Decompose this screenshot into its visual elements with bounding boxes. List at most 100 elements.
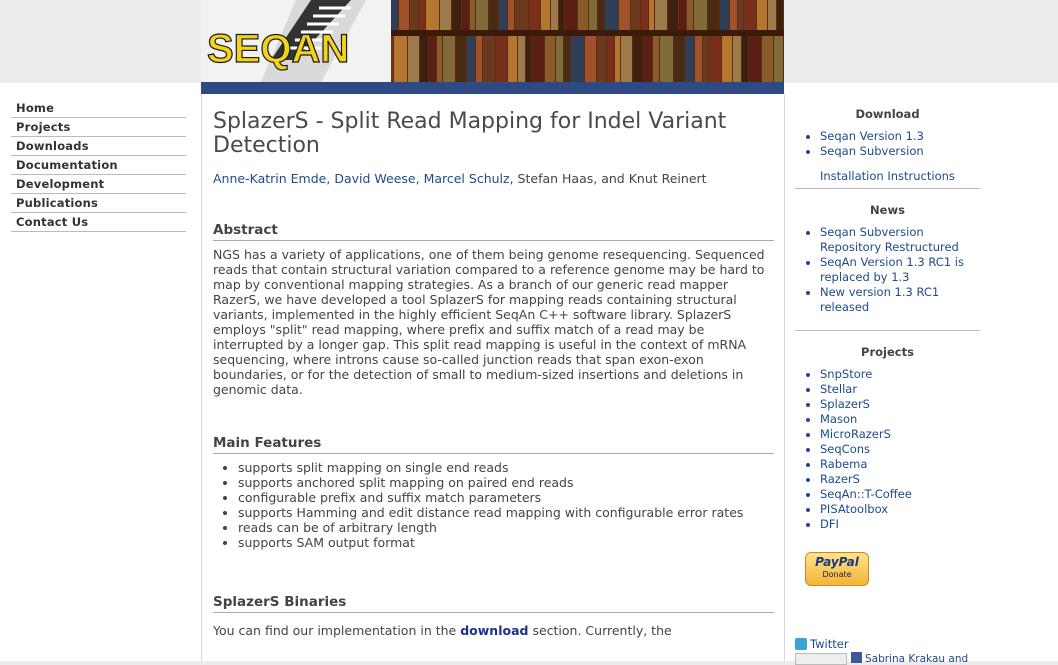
project-link[interactable]: Mason xyxy=(820,412,857,426)
author-link-emde[interactable]: Anne-Katrin Emde xyxy=(213,171,326,186)
news-link[interactable]: Seqan Subversion Repository Restructured xyxy=(820,225,959,254)
like-button[interactable] xyxy=(795,653,847,665)
book-spine xyxy=(614,36,620,82)
book-spine xyxy=(496,36,508,82)
book-spine xyxy=(469,0,475,30)
list-item: MicroRazerS xyxy=(820,427,980,442)
page-title: SplazerS - Split Read Mapping for Indel … xyxy=(213,109,727,158)
paypal-donate-button[interactable]: PayPal Donate xyxy=(805,552,869,586)
project-link[interactable]: DFI xyxy=(820,517,839,531)
binaries-text: You can find our implementation in the d… xyxy=(213,623,774,638)
project-link[interactable]: RazerS xyxy=(820,472,860,486)
authors-rest: Stefan Haas, and Knut Reinert xyxy=(517,171,707,186)
main-navigation: Home Projects Downloads Documentation De… xyxy=(11,99,186,232)
book-spine xyxy=(687,0,694,30)
book-spine xyxy=(475,0,488,30)
book-spine xyxy=(596,36,606,82)
list-item: Seqan Subversion xyxy=(820,144,980,159)
features-list: supports split mapping on single end rea… xyxy=(213,460,774,550)
book-spine xyxy=(652,36,659,82)
book-spine xyxy=(499,0,508,30)
book-spine xyxy=(437,36,443,82)
book-spine xyxy=(597,0,604,30)
news-list: Seqan Subversion Repository Restructured… xyxy=(795,225,980,315)
book-spine xyxy=(407,36,419,82)
book-spine xyxy=(529,0,541,30)
paypal-logo-text: PayPal xyxy=(815,555,859,569)
nav-item-development[interactable]: Development xyxy=(11,175,186,194)
book-spine xyxy=(774,36,783,82)
project-link[interactable]: Rabema xyxy=(820,457,867,471)
book-spine xyxy=(418,0,425,30)
nav-item-home[interactable]: Home xyxy=(11,99,186,118)
nav-item-projects[interactable]: Projects xyxy=(11,118,186,137)
list-item: SeqAn::T-Coffee xyxy=(820,487,980,502)
sidebar-divider xyxy=(795,330,980,331)
book-spine xyxy=(744,0,757,30)
book-spine xyxy=(738,0,744,30)
list-item: New version 1.3 RC1 released xyxy=(820,285,980,315)
nav-item-downloads[interactable]: Downloads xyxy=(11,137,186,156)
list-item: Mason xyxy=(820,412,980,427)
book-spine xyxy=(633,36,644,82)
features-heading: Main Features xyxy=(213,435,774,454)
book-spine xyxy=(571,36,585,82)
book-spine xyxy=(694,0,708,30)
download-link[interactable]: download xyxy=(460,623,528,638)
twitter-link[interactable]: Twitter xyxy=(795,637,849,651)
author-link-schulz[interactable]: Marcel Schulz xyxy=(424,171,510,186)
projects-list: SnpStore Stellar SplazerS Mason MicroRaz… xyxy=(795,367,980,532)
download-heading: Download xyxy=(855,107,920,121)
list-item: supports Hamming and edit distance read … xyxy=(238,505,774,520)
download-list: Seqan Version 1.3 Seqan Subversion xyxy=(795,129,980,159)
book-spine xyxy=(732,36,741,82)
book-spine xyxy=(588,0,597,30)
list-item: Seqan Subversion Repository Restructured xyxy=(820,225,980,255)
book-spine xyxy=(515,0,529,30)
book-spine xyxy=(709,36,721,82)
book-spine xyxy=(654,0,667,30)
list-item: RazerS xyxy=(820,472,980,487)
book-spine xyxy=(475,36,482,82)
project-link[interactable]: SeqAn::T-Coffee xyxy=(820,487,912,501)
nav-item-contact-us[interactable]: Contact Us xyxy=(11,213,186,232)
project-link[interactable]: Stellar xyxy=(820,382,857,396)
book-spine xyxy=(757,0,768,30)
book-spine xyxy=(695,36,703,82)
project-link[interactable]: PISAtoolbox xyxy=(820,502,888,516)
project-link[interactable]: SnpStore xyxy=(820,367,872,381)
project-link[interactable]: SeqCons xyxy=(820,442,870,456)
book-spine xyxy=(443,36,456,82)
list-item: SeqCons xyxy=(820,442,980,457)
book-spine xyxy=(429,36,437,82)
seqan-logo[interactable]: SEQAN xyxy=(201,0,391,82)
book-spine xyxy=(578,0,588,30)
download-link-subversion[interactable]: Seqan Subversion xyxy=(820,144,924,158)
book-spine xyxy=(748,36,762,82)
project-link[interactable]: MicroRazerS xyxy=(820,427,891,441)
list-item: supports anchored split mapping on paire… xyxy=(238,475,774,490)
book-spine xyxy=(518,36,525,82)
right-sidebar: Download Seqan Version 1.3 Seqan Subvers… xyxy=(795,94,980,532)
author-link-weese[interactable]: David Weese xyxy=(334,171,415,186)
download-link-seqan-1-3[interactable]: Seqan Version 1.3 xyxy=(820,129,924,143)
facebook-icon xyxy=(851,652,862,663)
donate-label: Donate xyxy=(822,570,852,579)
book-spine xyxy=(482,36,496,82)
list-item: DFI xyxy=(820,517,980,532)
book-spine xyxy=(409,0,418,30)
nav-item-publications[interactable]: Publications xyxy=(11,194,186,213)
project-link[interactable]: SplazerS xyxy=(820,397,870,411)
news-link[interactable]: SeqAn Version 1.3 RC1 is replaced by 1.3 xyxy=(820,255,964,284)
facebook-friends-text[interactable]: Sabrina Krakau and xyxy=(865,653,968,665)
twitter-label: Twitter xyxy=(810,637,849,651)
sidebar-divider xyxy=(795,188,980,189)
news-link[interactable]: New version 1.3 RC1 released xyxy=(820,285,939,314)
installation-instructions-link[interactable]: Installation Instructions xyxy=(795,169,980,183)
book-spine xyxy=(555,36,564,82)
book-spine xyxy=(461,0,469,30)
author-separator: , xyxy=(509,171,514,186)
nav-item-documentation[interactable]: Documentation xyxy=(11,156,186,175)
authors-line: Anne-Katrin Emde, David Weese, Marcel Sc… xyxy=(213,171,774,186)
main-content: SplazerS - Split Read Mapping for Indel … xyxy=(201,94,785,661)
